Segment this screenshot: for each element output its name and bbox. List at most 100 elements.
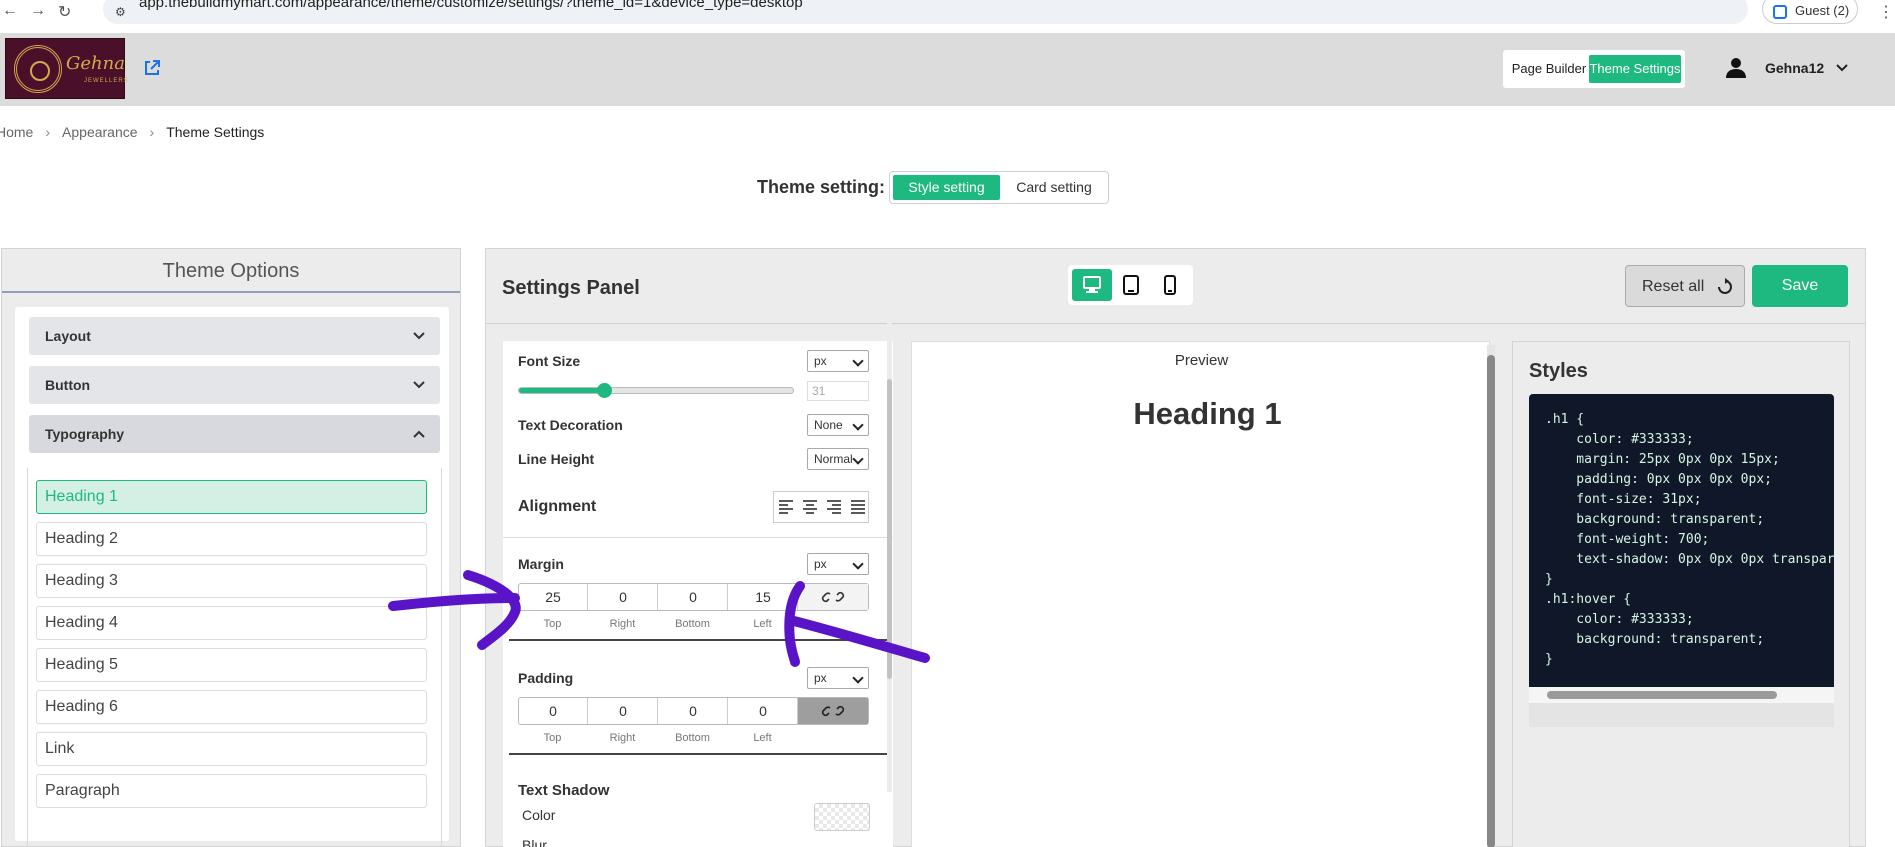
code-line: font-size: 31px; [1545, 492, 1702, 507]
margin-bottom-input[interactable]: 0 [659, 584, 728, 610]
profile-label: Guest (2) [1795, 3, 1850, 18]
accordion-typography[interactable]: Typography [29, 415, 440, 453]
logo-subtext: JEWELLERS [84, 78, 129, 84]
controls-scrollbar-thumb[interactable] [887, 379, 892, 679]
text-decoration-select[interactable]: None [807, 414, 869, 436]
align-right-icon[interactable] [824, 498, 844, 516]
profile-button[interactable]: Guest (2) [1762, 0, 1858, 24]
accordion-label: Button [45, 377, 91, 393]
caption-left: Left [753, 732, 772, 744]
margin-unit-select[interactable]: px [807, 553, 869, 575]
user-avatar-icon[interactable] [1725, 56, 1747, 78]
typography-items: Heading 1 Heading 2 Heading 3 Heading 4 … [27, 468, 442, 847]
typography-item-heading-4[interactable]: Heading 4 [36, 606, 427, 640]
code-line: text-shadow: 0px 0px 0px transparent; [1545, 552, 1834, 567]
code-line: .h1:hover { [1545, 592, 1632, 607]
profile-icon [1773, 5, 1787, 19]
padding-top-input[interactable]: 0 [519, 698, 588, 724]
typography-item-heading-2[interactable]: Heading 2 [36, 522, 427, 556]
caption-right: Right [609, 732, 636, 744]
site-info-icon[interactable]: ⚙ [115, 5, 129, 19]
theme-settings-button[interactable]: Theme Settings [1589, 55, 1681, 83]
align-justify-icon[interactable] [848, 498, 868, 516]
align-left-icon[interactable] [776, 498, 796, 516]
breadcrumb-home[interactable]: Home [0, 124, 33, 140]
desktop-view-button[interactable] [1072, 269, 1112, 301]
shadow-blur-label: Blur [522, 837, 547, 847]
style-setting-tab[interactable]: Style setting [893, 175, 1000, 200]
typography-item-heading-5[interactable]: Heading 5 [36, 648, 427, 682]
code-scrollbar[interactable] [1529, 687, 1834, 703]
reset-all-button[interactable]: Reset all [1625, 265, 1745, 307]
page-builder-button[interactable]: Page Builder [1509, 55, 1589, 83]
accordion-label: Typography [45, 426, 125, 442]
font-size-slider[interactable] [518, 383, 794, 398]
chevron-down-icon [413, 381, 425, 389]
link-icon [821, 705, 845, 717]
text-decoration-label: Text Decoration [518, 417, 623, 433]
chevron-down-icon[interactable] [1834, 60, 1850, 76]
forward-arrow-icon[interactable]: → [30, 2, 46, 20]
margin-left-input[interactable]: 15 [729, 584, 798, 610]
typography-item-heading-1[interactable]: Heading 1 [36, 480, 427, 514]
code-line: margin: 25px 0px 0px 15px; [1545, 452, 1780, 467]
text-shadow-label: Text Shadow [518, 782, 610, 799]
styles-pane: Styles .h1 { color: #333333; margin: 25p… [1512, 341, 1850, 847]
url-text[interactable]: app.thebuildmymart.com/appearance/theme/… [139, 0, 803, 11]
preview-scrollbar-thumb[interactable] [1487, 355, 1495, 847]
padding-unit-select[interactable]: px [807, 667, 869, 689]
accordion-layout[interactable]: Layout [29, 317, 440, 355]
tablet-view-button[interactable] [1111, 269, 1151, 301]
reload-icon[interactable]: ↻ [58, 2, 71, 22]
card-setting-tab[interactable]: Card setting [1002, 175, 1106, 200]
padding-left-input[interactable]: 0 [729, 698, 798, 724]
line-height-select[interactable]: Normal [807, 448, 869, 470]
align-center-icon[interactable] [800, 498, 820, 516]
mobile-view-button[interactable] [1150, 269, 1190, 301]
margin-right-input[interactable]: 0 [589, 584, 658, 610]
font-size-unit-select[interactable]: px [807, 350, 869, 372]
external-link-icon[interactable] [143, 59, 161, 77]
user-name[interactable]: Gehna12 [1765, 60, 1824, 76]
typography-item-heading-6[interactable]: Heading 6 [36, 690, 427, 724]
code-line: font-weight: 700; [1545, 532, 1710, 547]
padding-right-input[interactable]: 0 [589, 698, 658, 724]
back-arrow-icon[interactable]: ← [2, 2, 18, 20]
preview-label: Preview [1174, 352, 1229, 369]
font-size-value[interactable]: 31 [807, 381, 869, 401]
theme-options-list: Layout Button Typography Heading 1 Headi… [15, 307, 449, 847]
save-button[interactable]: Save [1752, 265, 1848, 307]
code-footer [1529, 703, 1834, 727]
shadow-color-swatch[interactable] [814, 803, 870, 831]
accordion-button[interactable]: Button [29, 366, 440, 404]
breadcrumb-appearance[interactable]: Appearance [62, 124, 138, 140]
code-line: color: #333333; [1545, 432, 1694, 447]
theme-options-title: Theme Options [2, 249, 460, 293]
typography-item-paragraph[interactable]: Paragraph [36, 774, 427, 808]
address-bar[interactable]: ⚙ app.thebuildmymart.com/appearance/them… [103, 0, 1748, 24]
link-icon [821, 591, 845, 603]
reset-icon [1718, 278, 1732, 294]
code-scrollbar-thumb[interactable] [1547, 691, 1777, 699]
margin-link-toggle[interactable] [798, 584, 868, 610]
divider [509, 753, 887, 755]
preview-pane: Preview Heading 1 [911, 341, 1490, 847]
breadcrumb: Home › Appearance › Theme Settings [0, 124, 264, 140]
code-line: } [1545, 652, 1553, 667]
margin-top-input[interactable]: 25 [519, 584, 588, 610]
slider-thumb[interactable] [597, 383, 612, 398]
typography-item-link[interactable]: Link [36, 732, 427, 766]
desktop-icon [1083, 276, 1101, 293]
chevron-up-icon [413, 430, 425, 438]
caption-top: Top [543, 732, 562, 744]
chevron-right-icon: › [149, 124, 155, 140]
brand-logo[interactable]: Gehna JEWELLERS [5, 38, 128, 99]
alignment-group [773, 491, 869, 523]
typography-item-heading-3[interactable]: Heading 3 [36, 564, 427, 598]
code-line: background: transparent; [1545, 512, 1765, 527]
padding-bottom-input[interactable]: 0 [659, 698, 728, 724]
mode-toggle: Page Builder Theme Settings [1503, 50, 1685, 88]
browser-menu-icon[interactable]: ⋮ [1878, 2, 1894, 22]
code-line: color: #333333; [1545, 612, 1694, 627]
padding-link-toggle[interactable] [798, 698, 868, 724]
